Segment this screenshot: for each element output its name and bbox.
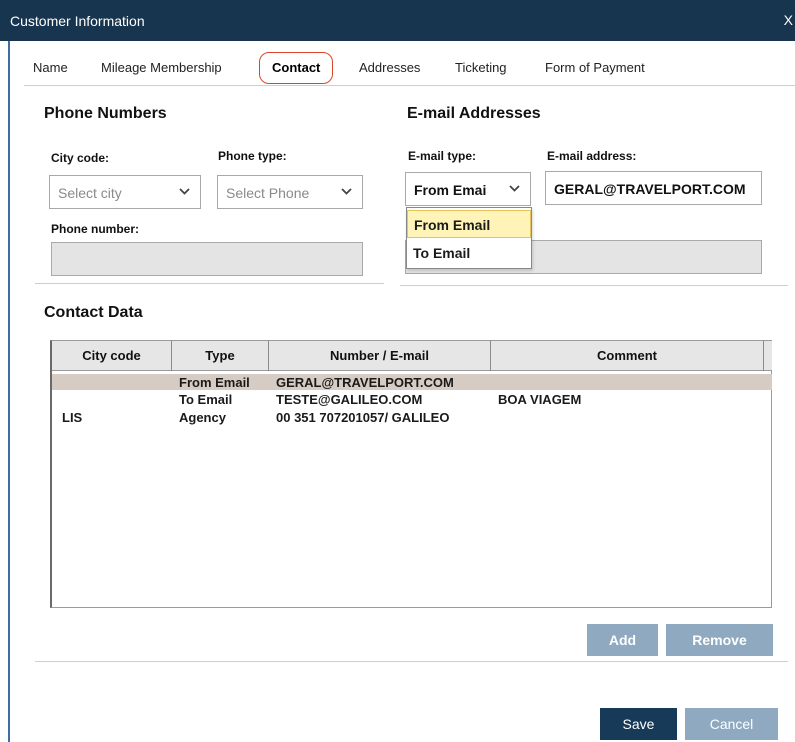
phone-type-select[interactable]: Select Phone (217, 175, 363, 209)
column-header-number-email[interactable]: Number / E-mail (269, 341, 491, 371)
column-header-comment[interactable]: Comment (491, 341, 764, 371)
cell-number: GERAL@TRAVELPORT.COM (276, 375, 454, 390)
email-type-dropdown: From Email To Email (406, 207, 532, 269)
cell-type: Agency (179, 410, 226, 425)
cell-number: 00 351 707201057/ GALILEO (276, 410, 450, 425)
tab-underline (24, 85, 795, 86)
email-type-value: From Emai (414, 182, 487, 198)
contact-data-table: City code Type Number / E-mail Comment F… (50, 340, 772, 608)
phone-section-divider (35, 283, 384, 284)
add-button[interactable]: Add (587, 624, 658, 656)
email-address-label: E-mail address: (547, 149, 637, 163)
tab-name[interactable]: Name (33, 60, 68, 75)
cancel-button[interactable]: Cancel (685, 708, 778, 740)
email-address-value: GERAL@TRAVELPORT.COM (554, 181, 746, 197)
column-header-type[interactable]: Type (172, 341, 269, 371)
cell-number: TESTE@GALILEO.COM (276, 392, 423, 407)
footer-divider (35, 661, 788, 662)
remove-button[interactable]: Remove (666, 624, 773, 656)
chevron-down-icon (179, 188, 190, 195)
phone-numbers-heading: Phone Numbers (44, 105, 167, 122)
email-address-field[interactable]: GERAL@TRAVELPORT.COM (545, 171, 762, 205)
tab-contact[interactable]: Contact (259, 52, 334, 84)
email-type-select[interactable]: From Emai (405, 172, 531, 206)
table-header: City code Type Number / E-mail Comment (52, 341, 772, 371)
window-title: Customer Information (10, 13, 145, 29)
city-code-select[interactable]: Select city (49, 175, 201, 209)
tab-addresses[interactable]: Addresses (359, 60, 420, 75)
window-left-border (8, 41, 10, 742)
dropdown-option-to-email[interactable]: To Email (407, 239, 531, 267)
tab-mileage-membership[interactable]: Mileage Membership (101, 60, 222, 75)
close-button[interactable]: X (784, 12, 793, 28)
column-header-city-code[interactable]: City code (52, 341, 172, 371)
email-type-label: E-mail type: (408, 149, 477, 163)
email-addresses-heading: E-mail Addresses (407, 105, 541, 122)
cell-type: To Email (179, 392, 233, 407)
city-code-label: City code: (51, 151, 110, 165)
phone-type-label: Phone type: (218, 149, 287, 163)
table-row[interactable]: From Email GERAL@TRAVELPORT.COM (52, 374, 772, 390)
title-bar: Customer Information X (0, 0, 795, 41)
phone-type-value: Select Phone (226, 185, 310, 201)
table-row[interactable]: To Email TESTE@GALILEO.COM BOA VIAGEM (52, 391, 772, 407)
chevron-down-icon (341, 188, 352, 195)
save-button[interactable]: Save (600, 708, 677, 740)
phone-number-field[interactable] (51, 242, 363, 276)
cell-city: LIS (62, 410, 83, 425)
tab-form-of-payment[interactable]: Form of Payment (545, 60, 645, 75)
email-section-divider (400, 285, 788, 286)
cell-type: From Email (179, 375, 250, 390)
phone-number-label: Phone number: (51, 222, 140, 236)
tab-ticketing[interactable]: Ticketing (455, 60, 507, 75)
contact-data-heading: Contact Data (44, 304, 143, 321)
cell-comment: BOA VIAGEM (498, 392, 582, 407)
dropdown-option-from-email[interactable]: From Email (407, 210, 531, 238)
chevron-down-icon (509, 185, 520, 192)
city-code-value: Select city (58, 185, 122, 201)
table-row[interactable]: LIS Agency 00 351 707201057/ GALILEO (52, 409, 772, 425)
